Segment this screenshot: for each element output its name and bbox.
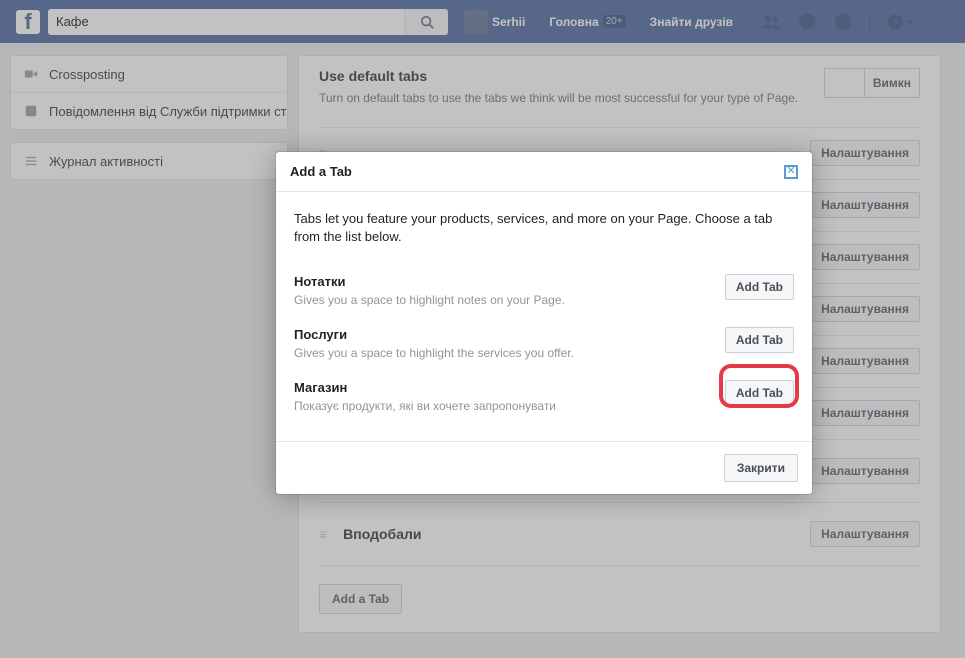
option-title: Послуги: [294, 327, 713, 342]
modal-title: Add a Tab: [290, 164, 352, 179]
modal-option-notes: Нотатки Gives you a space to highlight n…: [294, 274, 794, 307]
modal-close-button[interactable]: Закрити: [724, 454, 798, 482]
modal-option-services: Послуги Gives you a space to highlight t…: [294, 327, 794, 360]
option-title: Нотатки: [294, 274, 713, 289]
add-tab-shop-button[interactable]: Add Tab: [725, 380, 794, 406]
add-tab-services-button[interactable]: Add Tab: [725, 327, 794, 353]
modal-intro: Tabs let you feature your products, serv…: [294, 210, 794, 246]
modal-body: Tabs let you feature your products, serv…: [276, 192, 812, 441]
add-tab-notes-button[interactable]: Add Tab: [725, 274, 794, 300]
modal-footer: Закрити: [276, 441, 812, 494]
add-tab-modal: Add a Tab ✕ Tabs let you feature your pr…: [276, 152, 812, 494]
modal-header: Add a Tab ✕: [276, 152, 812, 192]
option-desc: Gives you a space to highlight the servi…: [294, 346, 713, 360]
option-title: Магазин: [294, 380, 713, 395]
modal-option-shop: Магазин Показує продукти, які ви хочете …: [294, 380, 794, 413]
close-icon[interactable]: ✕: [784, 165, 798, 179]
option-desc: Показує продукти, які ви хочете запропон…: [294, 399, 713, 413]
option-desc: Gives you a space to highlight notes on …: [294, 293, 713, 307]
